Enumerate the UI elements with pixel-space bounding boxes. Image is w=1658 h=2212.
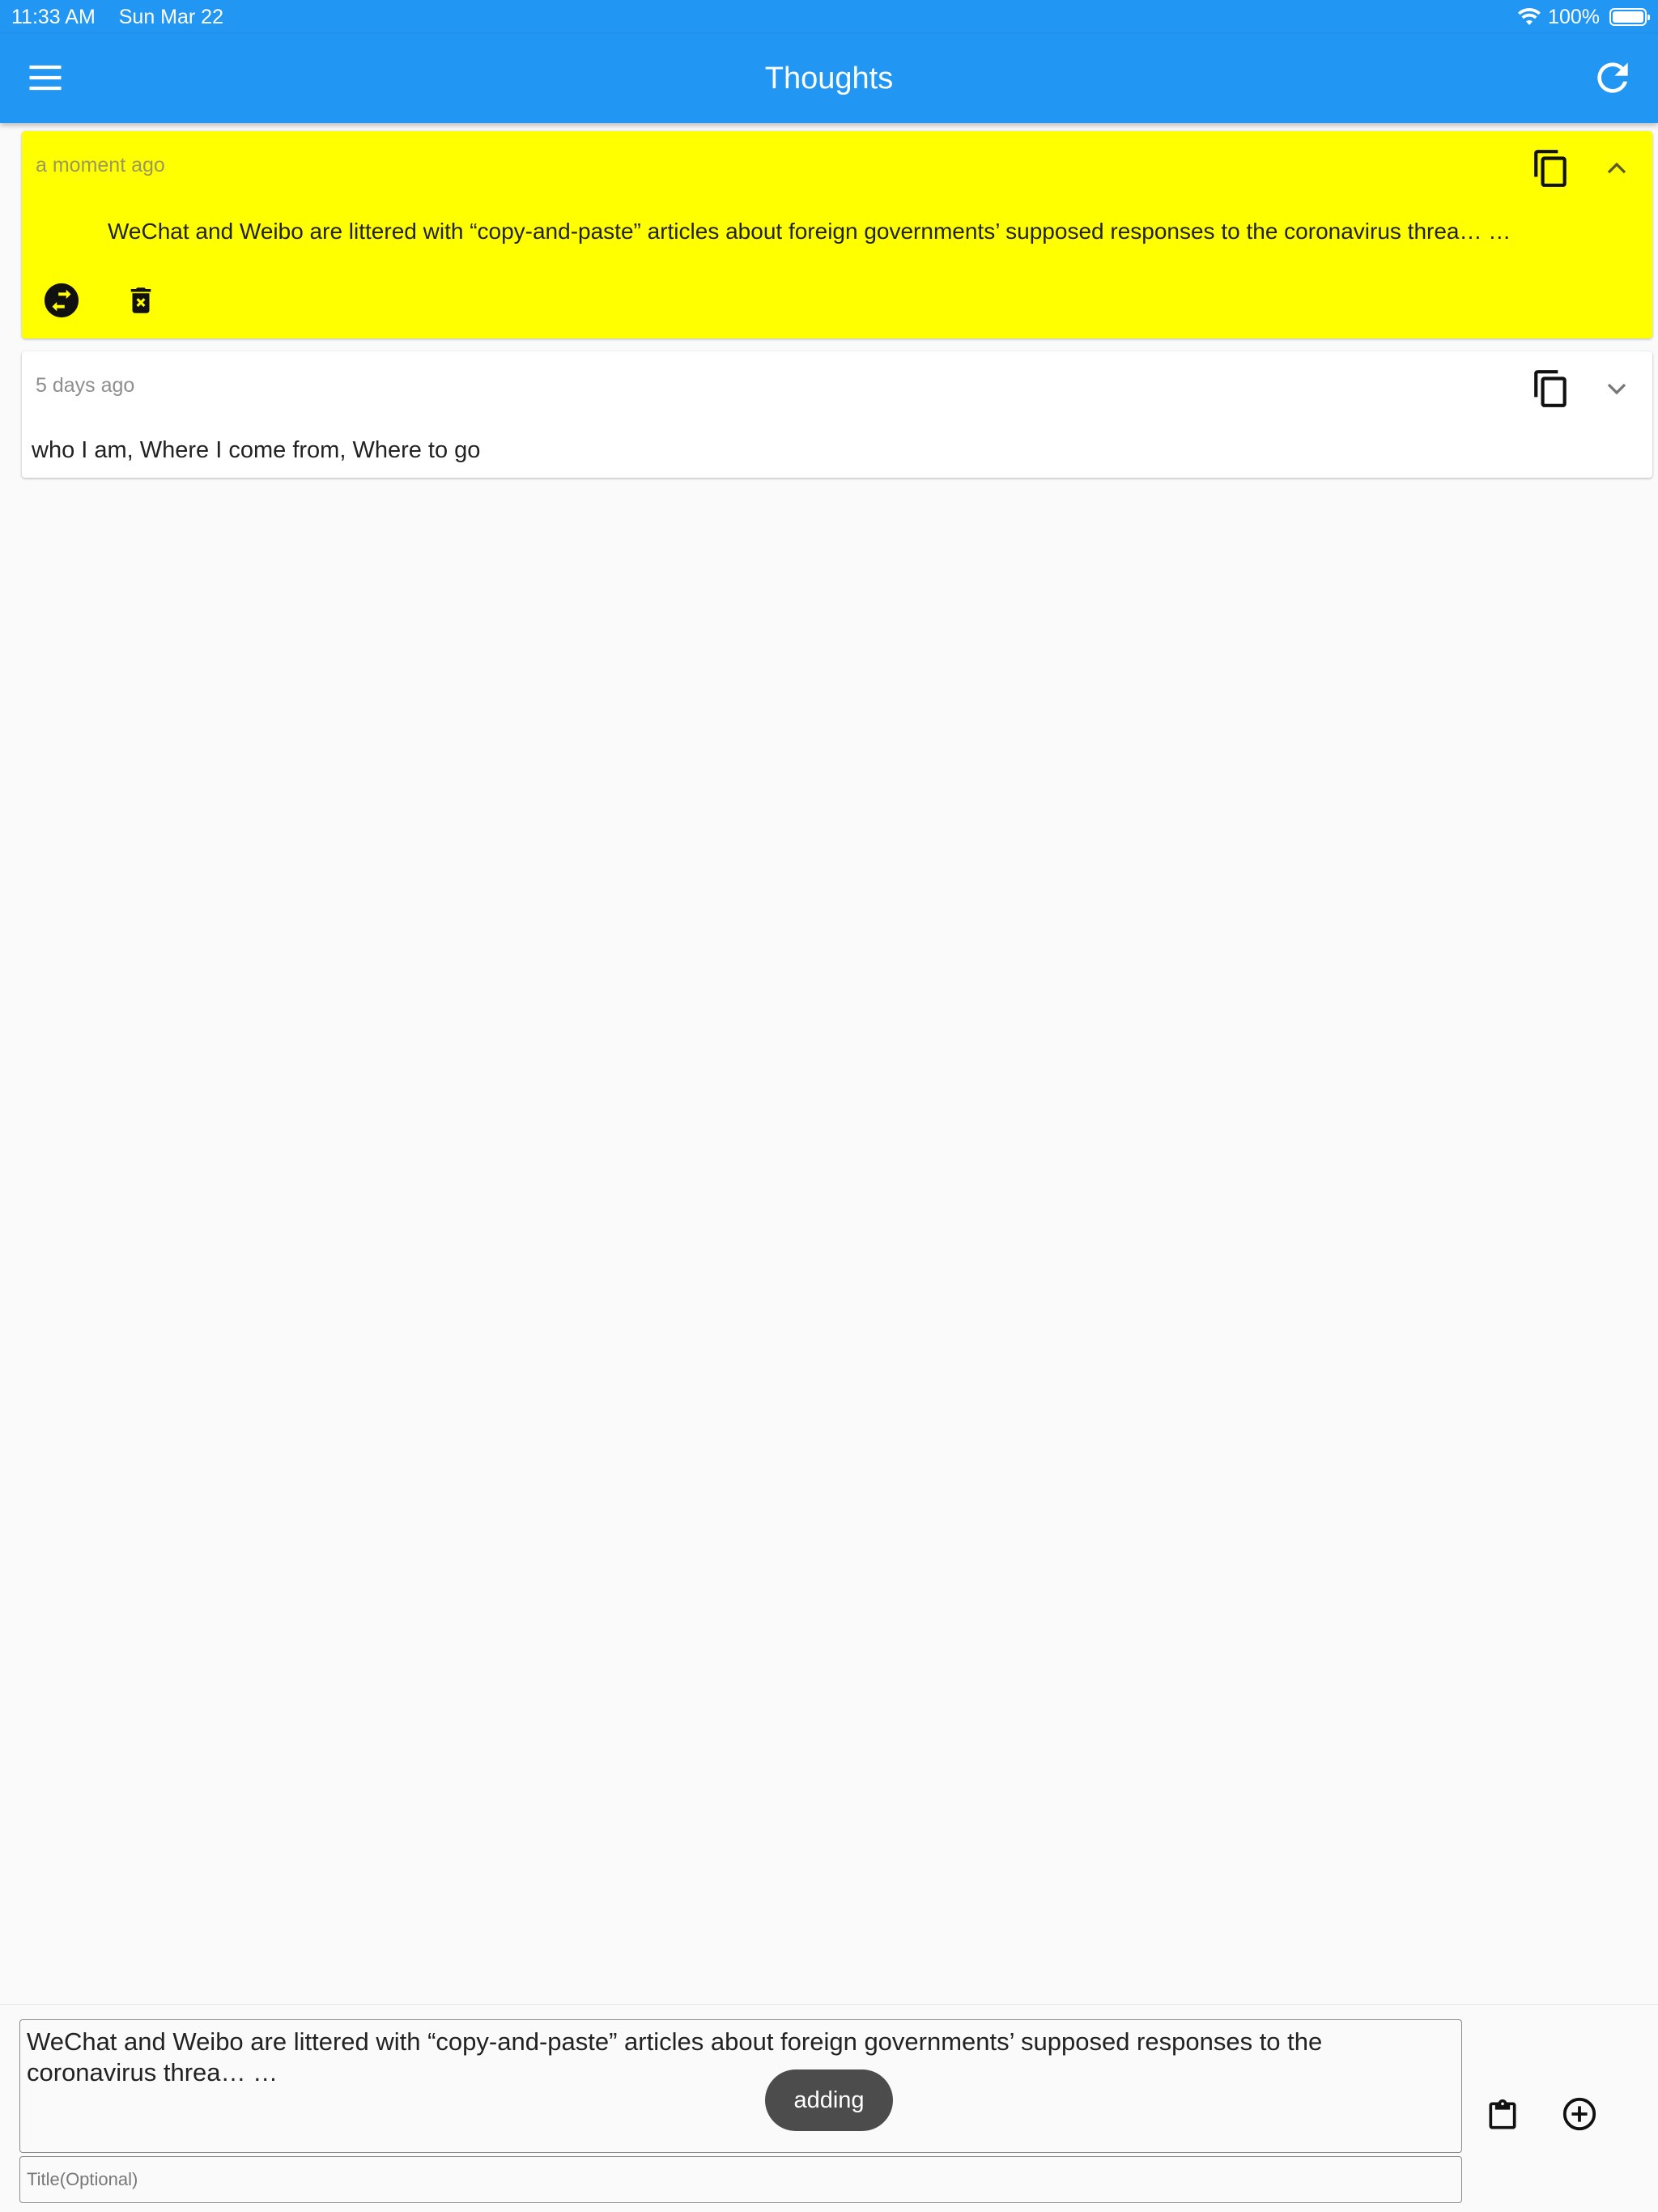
refresh-icon (1590, 55, 1635, 100)
copy-icon (1531, 366, 1571, 411)
thought-text: who I am, Where I come from, Where to go (32, 437, 481, 463)
thought-card[interactable]: a moment ago WeChat and Weibo are litter… (22, 131, 1652, 338)
battery-fill (1613, 11, 1643, 23)
status-right: 100% (1517, 5, 1650, 29)
swap-icon (43, 282, 80, 319)
clipboard-icon (1485, 2094, 1520, 2138)
swap-button[interactable] (43, 282, 80, 319)
hamburger-menu-icon (24, 57, 66, 99)
status-bar: 11:33 AM Sun Mar 22 100% (0, 0, 1658, 34)
thought-time: 5 days ago (36, 374, 135, 397)
add-circle-icon (1561, 2095, 1598, 2133)
thought-text: WeChat and Weibo are littered with “copy… (108, 219, 1511, 244)
copy-button[interactable] (1531, 366, 1571, 411)
delete-icon (124, 282, 158, 319)
thought-time: a moment ago (36, 154, 165, 177)
thought-card[interactable]: 5 days ago who I am, Where I come from, … (22, 351, 1652, 478)
chevron-up-icon (1601, 152, 1633, 185)
status-left: 11:33 AM Sun Mar 22 (11, 6, 241, 29)
title-input[interactable] (19, 2156, 1462, 2203)
status-date: Sun Mar 22 (118, 5, 223, 28)
copy-icon (1531, 146, 1571, 191)
delete-button[interactable] (124, 282, 158, 319)
chevron-down-icon (1601, 372, 1633, 405)
paste-button[interactable] (1485, 2094, 1520, 2138)
add-button[interactable] (1561, 2095, 1598, 2133)
menu-button[interactable] (24, 57, 66, 99)
adding-toast: adding (765, 2069, 893, 2131)
collapse-button[interactable] (1601, 152, 1633, 185)
thought-content-input[interactable] (19, 2019, 1462, 2153)
copy-button[interactable] (1531, 146, 1571, 191)
status-time: 11:33 AM (11, 5, 96, 28)
battery-icon (1609, 8, 1650, 26)
wifi-icon (1517, 7, 1541, 27)
expand-button[interactable] (1601, 372, 1633, 405)
page-title: Thoughts (764, 61, 894, 96)
refresh-button[interactable] (1590, 55, 1635, 100)
composer-panel: adding (0, 2004, 1658, 2212)
battery-percent: 100% (1548, 5, 1600, 28)
app-bar: Thoughts (0, 34, 1658, 123)
